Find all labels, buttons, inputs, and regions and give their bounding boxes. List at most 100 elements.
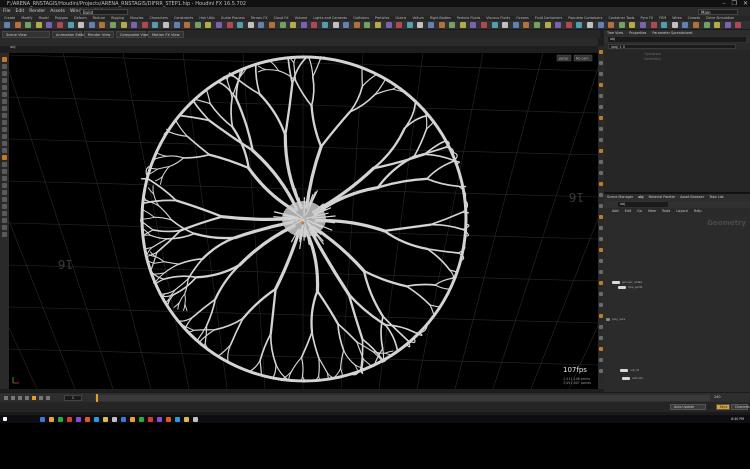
shelf-tab[interactable]: Rigging bbox=[111, 16, 124, 21]
taskbar-app-icon[interactable] bbox=[121, 417, 126, 422]
taskbar-app-icon[interactable] bbox=[157, 417, 162, 422]
taskbar-app-icon[interactable] bbox=[130, 417, 135, 422]
display-option-icon[interactable] bbox=[599, 226, 603, 230]
shelf-tool-icon[interactable] bbox=[534, 22, 540, 28]
shelf-tool-icon[interactable] bbox=[194, 22, 201, 28]
shelf-tool-icon[interactable] bbox=[184, 22, 191, 28]
current-frame-field[interactable]: 1 bbox=[64, 395, 82, 401]
shelf-tab[interactable]: Hair Utils bbox=[199, 16, 215, 21]
shelf-tab[interactable]: Volume bbox=[295, 16, 308, 21]
display-option-icon[interactable] bbox=[599, 336, 603, 340]
taskbar-app-icon[interactable] bbox=[148, 417, 153, 422]
shelf-tool-icon[interactable] bbox=[353, 22, 360, 28]
network-view[interactable]: Geometry spinner_rotate tree_splits poly… bbox=[604, 215, 750, 392]
shelf-tool-icon[interactable] bbox=[491, 22, 498, 28]
shelf-tool-icon[interactable] bbox=[523, 22, 530, 28]
shelf-tool-icon[interactable] bbox=[417, 22, 424, 28]
tool-icon[interactable] bbox=[2, 64, 7, 69]
display-option-icon[interactable] bbox=[599, 369, 603, 373]
shelf-tool-icon[interactable] bbox=[544, 22, 551, 28]
tool-icon[interactable] bbox=[2, 218, 7, 223]
step-forward-button[interactable] bbox=[39, 396, 43, 400]
tool-icon[interactable] bbox=[2, 162, 7, 167]
3d-viewport[interactable]: 16 16 persp No cam bbox=[9, 53, 598, 389]
tool-icon[interactable] bbox=[2, 85, 7, 90]
play-reverse-button[interactable] bbox=[18, 396, 22, 400]
tool-icon[interactable] bbox=[2, 134, 7, 139]
taskbar-app-icon[interactable] bbox=[112, 417, 117, 422]
shelf-tool-icon[interactable] bbox=[608, 22, 615, 28]
tool-icon[interactable] bbox=[2, 155, 7, 160]
shelf-tool-icon[interactable] bbox=[269, 22, 275, 28]
shelf-tab[interactable]: Populate Containers bbox=[568, 16, 602, 21]
shelf-tool-icon[interactable] bbox=[364, 22, 371, 28]
channels-button[interactable]: Channels bbox=[731, 404, 750, 410]
tab-take-list[interactable]: Take List bbox=[709, 194, 724, 201]
network-node[interactable] bbox=[618, 286, 626, 289]
tab-obj[interactable]: obj bbox=[638, 194, 643, 201]
taskbar-app-icon[interactable] bbox=[49, 417, 54, 422]
shelf-tool-icon[interactable] bbox=[110, 22, 116, 28]
tab-scene-manager[interactable]: Scene Manager bbox=[607, 194, 633, 201]
shelf-tool-icon[interactable] bbox=[618, 22, 625, 28]
object-path[interactable]: obj bbox=[10, 45, 15, 49]
tool-icon[interactable] bbox=[2, 204, 7, 209]
shelf-tool-icon[interactable] bbox=[247, 22, 254, 28]
playhead[interactable] bbox=[96, 394, 98, 402]
tool-icon[interactable] bbox=[2, 120, 7, 125]
taskbar-app-icon[interactable] bbox=[184, 417, 189, 422]
shelf-tab[interactable]: Cloud FX bbox=[274, 16, 289, 21]
display-option-icon[interactable] bbox=[599, 83, 603, 87]
tool-icon[interactable] bbox=[2, 57, 7, 62]
maximize-button[interactable]: ❐ bbox=[732, 0, 737, 8]
tool-icon[interactable] bbox=[2, 127, 7, 132]
display-option-icon[interactable] bbox=[599, 149, 603, 153]
menu-layout[interactable]: Layout bbox=[676, 208, 688, 215]
shelf-tool-icon[interactable] bbox=[396, 22, 403, 28]
shelf-tool-icon[interactable] bbox=[258, 22, 265, 28]
menu-help[interactable]: Help bbox=[694, 208, 702, 215]
tool-icon[interactable] bbox=[2, 211, 7, 216]
display-option-icon[interactable] bbox=[599, 171, 603, 175]
shelf-tool-icon[interactable] bbox=[205, 22, 212, 28]
shelf-tool-icon[interactable] bbox=[714, 22, 721, 28]
jump-start-button[interactable] bbox=[4, 396, 8, 400]
taskbar-app-icon[interactable] bbox=[193, 417, 198, 422]
shelf-tool-icon[interactable] bbox=[67, 22, 74, 28]
windows-start-icon[interactable] bbox=[3, 417, 7, 421]
display-option-icon[interactable] bbox=[599, 127, 603, 131]
shelf-tool-icon[interactable] bbox=[57, 22, 63, 28]
shelf-tool-icon[interactable] bbox=[311, 22, 318, 28]
tool-icon[interactable] bbox=[2, 78, 7, 83]
shelf-tool-icon[interactable] bbox=[693, 22, 699, 28]
menu-view[interactable]: View bbox=[648, 208, 656, 215]
shelf-tool-icon[interactable] bbox=[587, 22, 593, 28]
taskbar-app-icon[interactable] bbox=[103, 417, 108, 422]
shelf-tool-icon[interactable] bbox=[290, 22, 297, 28]
taskbar-app-icon[interactable] bbox=[40, 417, 45, 422]
shelf-tool-icon[interactable] bbox=[428, 22, 434, 28]
shelf-tab[interactable]: Muscles bbox=[130, 16, 144, 21]
shelf-tool-icon[interactable] bbox=[406, 22, 413, 28]
display-option-icon[interactable] bbox=[599, 182, 603, 186]
tool-icon[interactable] bbox=[2, 92, 7, 97]
shelf-tool-icon[interactable] bbox=[78, 22, 85, 28]
shelf-tool-icon[interactable] bbox=[343, 22, 350, 28]
shelf-tool-icon[interactable] bbox=[502, 22, 509, 28]
shelf-tool-icon[interactable] bbox=[682, 22, 689, 28]
auto-update-button[interactable]: Auto Update bbox=[670, 404, 706, 410]
display-option-icon[interactable] bbox=[599, 204, 603, 208]
taskbar-app-icon[interactable] bbox=[166, 417, 171, 422]
tab-asset-browser[interactable]: Asset Browser bbox=[680, 194, 704, 201]
shelf-tool-icon[interactable] bbox=[449, 22, 456, 28]
parameter-search-input[interactable]: /obj/ 1 0 bbox=[608, 44, 736, 49]
shelf-tool-icon[interactable] bbox=[131, 22, 138, 28]
shelf-tab[interactable]: Modify bbox=[21, 16, 32, 21]
shelf-tool-icon[interactable] bbox=[512, 22, 519, 28]
shelf-tool-icon[interactable] bbox=[35, 22, 42, 28]
shelf-tab[interactable]: Grains bbox=[395, 16, 406, 21]
shelf-tab[interactable]: Constraints bbox=[174, 16, 193, 21]
shelf-tool-icon[interactable] bbox=[470, 22, 477, 28]
minimize-button[interactable]: – bbox=[723, 0, 726, 8]
shelf-tab[interactable]: Fluid Containers bbox=[535, 16, 563, 21]
